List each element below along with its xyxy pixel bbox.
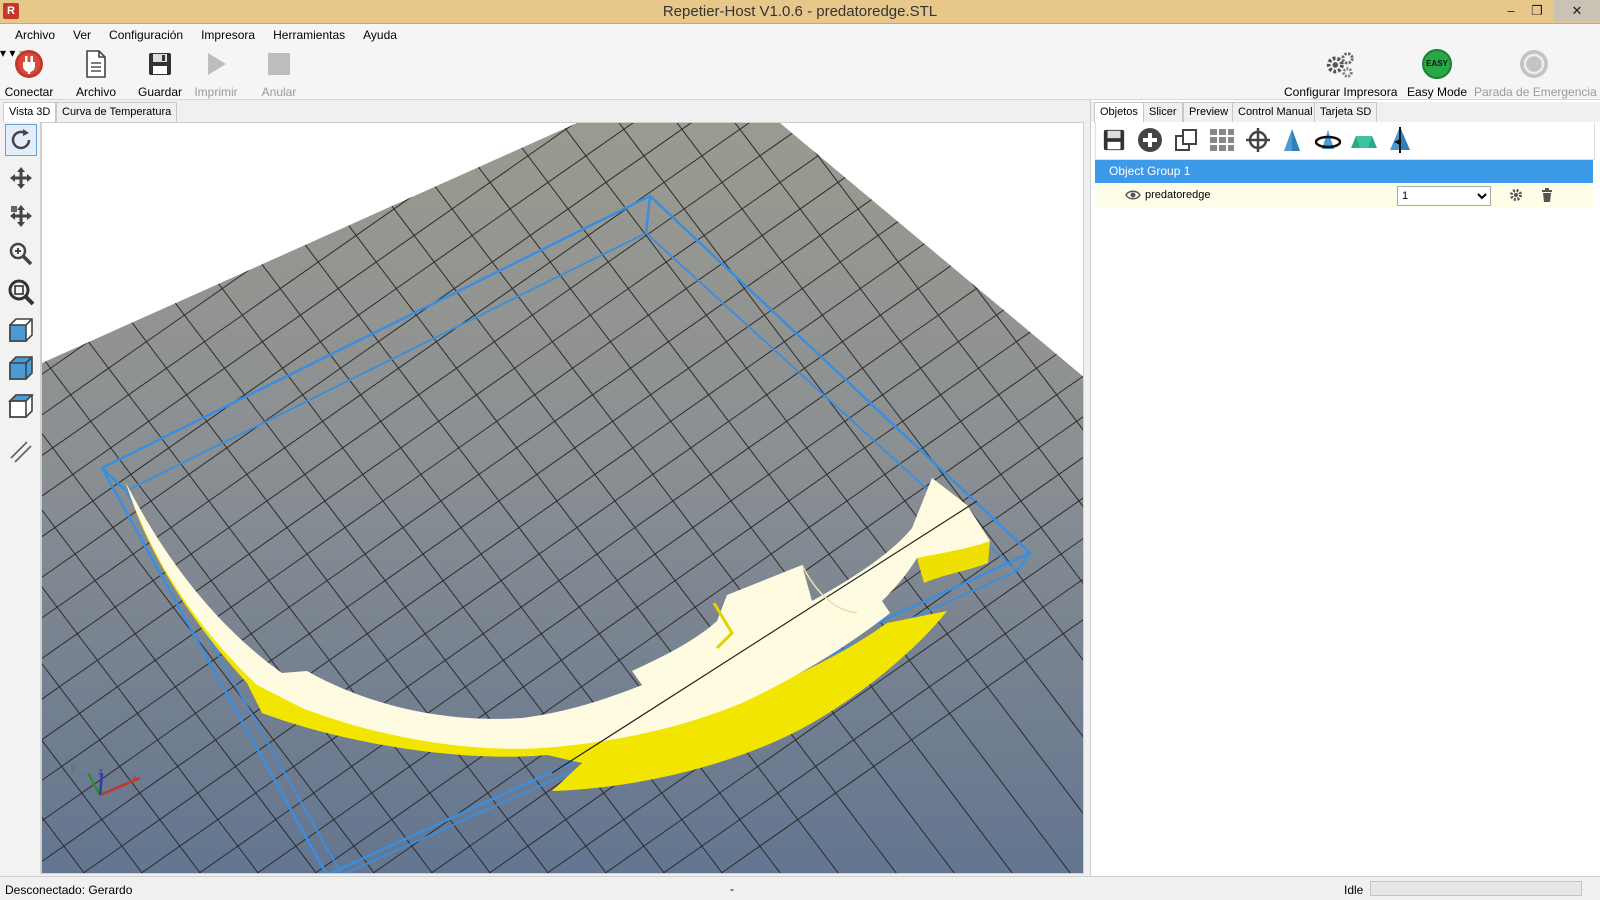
copy-objects-icon[interactable] — [1172, 126, 1200, 154]
menu-archivo[interactable]: Archivo — [0, 24, 64, 46]
tab-curva-temperatura[interactable]: Curva de Temperatura — [56, 102, 178, 122]
tab-control-manual[interactable]: Control Manual — [1232, 102, 1319, 122]
print-button[interactable]: Imprimir — [188, 48, 244, 99]
print-label: Imprimir — [194, 85, 238, 99]
object-list-item[interactable]: predatoredge 1 — [1095, 184, 1593, 208]
emergency-stop-button[interactable]: Parada de Emergencia — [1474, 48, 1597, 99]
save-object-icon[interactable] — [1100, 126, 1128, 154]
tab-preview[interactable]: Preview — [1183, 102, 1235, 122]
y-axis-label: y — [71, 762, 76, 773]
move-icon[interactable] — [5, 162, 37, 194]
tab-slicer[interactable]: Slicer — [1143, 102, 1183, 122]
top-view-icon[interactable] — [5, 390, 37, 422]
object-name: predatoredge — [1145, 189, 1211, 201]
status-bar: Desconectado: Gerardo - Idle — [0, 876, 1600, 900]
plug-icon — [13, 48, 45, 80]
gear-icon[interactable] — [1509, 188, 1523, 205]
easy-badge: EASY — [1422, 49, 1452, 79]
restore-button[interactable]: ❐ — [1522, 0, 1552, 22]
document-icon — [80, 48, 112, 80]
rotate-object-icon[interactable] — [1314, 126, 1342, 154]
view-tabs: Vista 3D Curva de Temperatura — [0, 102, 1090, 123]
play-icon — [200, 48, 232, 80]
copies-select[interactable]: 1 — [1397, 186, 1491, 206]
connect-label: Conectar — [4, 85, 54, 99]
center-object-icon[interactable] — [1244, 126, 1272, 154]
connect-button[interactable]: Conectar — [4, 48, 54, 99]
autoposition-grid-icon[interactable] — [1208, 126, 1236, 154]
file-label: Archivo — [75, 85, 116, 99]
add-object-icon[interactable] — [1136, 126, 1164, 154]
menu-ver[interactable]: Ver — [64, 24, 100, 46]
mirror-object-icon[interactable] — [1386, 126, 1414, 154]
rotate-icon[interactable] — [5, 124, 37, 156]
progress-bar — [1370, 881, 1582, 896]
menu-configuracion[interactable]: Configuración — [100, 24, 192, 46]
menu-herramientas[interactable]: Herramientas — [264, 24, 354, 46]
cancel-button[interactable]: Anular — [256, 48, 302, 99]
save-button[interactable]: Guardar — [136, 48, 184, 99]
iso-view-icon[interactable] — [5, 314, 37, 346]
floppy-icon — [144, 48, 176, 80]
view-tools-panel — [0, 122, 41, 874]
right-tabs: Objetos Slicer Preview Control Manual Ta… — [1091, 102, 1600, 123]
tab-tarjeta-sd[interactable]: Tarjeta SD — [1314, 102, 1378, 122]
easy-mode-button[interactable]: EASY Easy Mode — [1406, 48, 1468, 99]
easy-mode-icon: EASY — [1421, 48, 1453, 80]
object-group-header[interactable]: Object Group 1 — [1095, 160, 1593, 183]
toolbar: Conectar ▾ Archivo ▾ Guardar Imprimir ▾ … — [0, 46, 1600, 100]
cut-object-icon[interactable] — [1350, 126, 1378, 154]
configure-printer-label: Configurar Impresora — [1284, 85, 1398, 99]
connection-status: Desconectado: Gerardo — [5, 883, 133, 897]
tab-vista-3d[interactable]: Vista 3D — [3, 102, 57, 123]
menu-bar: Archivo Ver Configuración Impresora Herramie… — [0, 24, 1600, 46]
3d-scene[interactable]: x y z — [42, 123, 1084, 874]
tab-objetos[interactable]: Objetos — [1094, 102, 1144, 123]
zoom-icon[interactable] — [5, 238, 37, 270]
status-separator: - — [730, 882, 734, 896]
cancel-label: Anular — [261, 85, 297, 99]
parallel-projection-icon[interactable] — [5, 436, 37, 468]
x-axis-label: x — [132, 773, 137, 784]
emergency-stop-icon — [1518, 48, 1550, 80]
printer-state: Idle — [1344, 883, 1364, 897]
eye-icon[interactable] — [1125, 189, 1141, 204]
right-panel: Objetos Slicer Preview Control Manual Ta… — [1090, 100, 1600, 876]
object-toolbar — [1095, 122, 1595, 160]
menu-ayuda[interactable]: Ayuda — [354, 24, 406, 46]
title-bar: R Repetier-Host V1.0.6 - predatoredge.ST… — [0, 0, 1600, 24]
trash-icon[interactable] — [1541, 188, 1553, 205]
file-button[interactable]: Archivo — [72, 48, 120, 99]
stop-icon — [263, 48, 295, 80]
scale-object-icon[interactable] — [1278, 126, 1306, 154]
emergency-stop-label: Parada de Emergencia — [1474, 85, 1597, 99]
save-label: Guardar — [137, 85, 183, 99]
fit-zoom-icon[interactable] — [5, 276, 37, 308]
3d-viewport[interactable]: x y z — [41, 122, 1084, 874]
window-title: Repetier-Host V1.0.6 - predatoredge.STL — [662, 3, 938, 20]
front-view-icon[interactable] — [5, 352, 37, 384]
easy-mode-label: Easy Mode — [1406, 85, 1468, 99]
gears-icon — [1324, 48, 1356, 80]
configure-printer-button[interactable]: Configurar Impresora — [1284, 48, 1398, 99]
z-axis-label: z — [98, 767, 103, 778]
menu-impresora[interactable]: Impresora — [192, 24, 264, 46]
move-object-icon[interactable] — [5, 200, 37, 232]
close-button[interactable]: ✕ — [1554, 0, 1600, 22]
